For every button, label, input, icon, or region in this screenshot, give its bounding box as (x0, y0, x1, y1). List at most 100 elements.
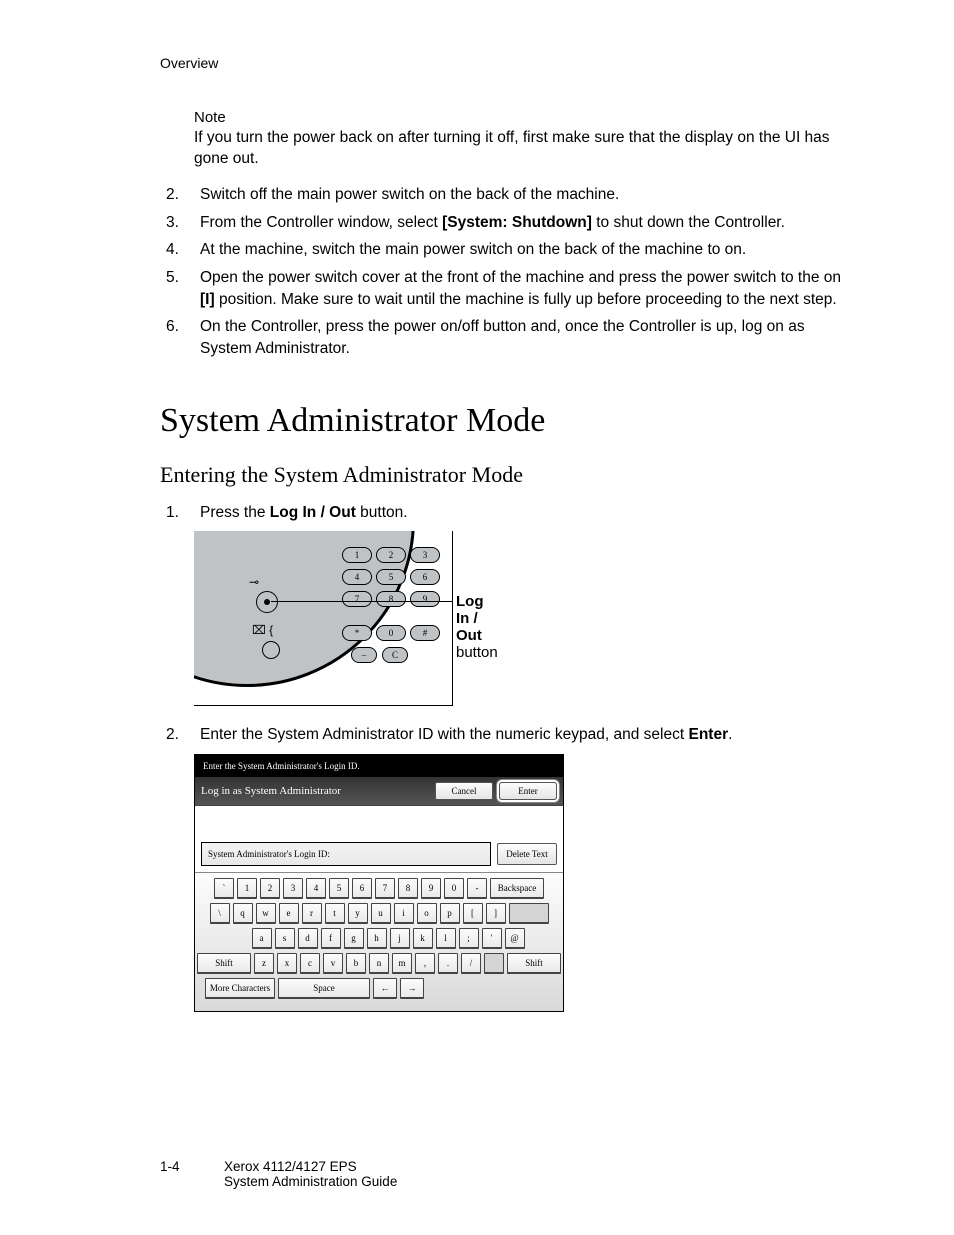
kbd-key[interactable]: j (390, 928, 410, 949)
cancel-button[interactable]: Cancel (435, 782, 493, 800)
kbd-key[interactable]: Backspace (490, 878, 544, 899)
kbd-key[interactable]: k (413, 928, 433, 949)
figure-control-panel: 1 2 3 4 5 6 7 8 9 * 0 # – C ⊸ ⌧ { (194, 531, 854, 706)
kbd-key[interactable]: 4 (306, 878, 326, 899)
enter-button[interactable]: Enter (499, 782, 557, 800)
kbd-key[interactable]: d (298, 928, 318, 949)
kbd-key[interactable]: , (415, 953, 435, 974)
kbd-key[interactable]: Shift (197, 953, 251, 974)
kbd-row-3: asdfghjkl;'@ (201, 928, 557, 949)
kbd-key[interactable]: Space (278, 978, 370, 999)
kbd-key[interactable]: m (392, 953, 412, 974)
kbd-key[interactable]: 7 (375, 878, 395, 899)
keypad-9: 9 (410, 591, 440, 607)
kbd-key[interactable]: y (348, 903, 368, 924)
kbd-key[interactable]: @ (505, 928, 525, 949)
kbd-key[interactable]: e (279, 903, 299, 924)
page-header: Overview (160, 55, 854, 71)
kbd-key[interactable]: p (440, 903, 460, 924)
step-list-b2: 2. Enter the System Administrator ID wit… (160, 724, 854, 746)
kbd-key[interactable]: 9 (421, 878, 441, 899)
kbd-key[interactable]: r (302, 903, 322, 924)
kbd-key[interactable]: b (346, 953, 366, 974)
kbd-key[interactable]: g (344, 928, 364, 949)
kbd-key[interactable]: i (394, 903, 414, 924)
step-text: Press the Log In / Out button. (200, 502, 854, 524)
kbd-key[interactable]: ; (459, 928, 479, 949)
step-num: 3. (160, 212, 200, 234)
kbd-key[interactable]: z (254, 953, 274, 974)
kbd-key[interactable]: \ (210, 903, 230, 924)
callout-label: Log In / Outbutton (456, 593, 498, 661)
kbd-key[interactable]: o (417, 903, 437, 924)
kbd-key[interactable]: ] (486, 903, 506, 924)
kbd-key (509, 903, 549, 924)
kbd-key[interactable]: 1 (237, 878, 257, 899)
kbd-key[interactable]: / (461, 953, 481, 974)
kbd-key[interactable]: s (275, 928, 295, 949)
callout-leader (271, 601, 453, 602)
kbd-key[interactable]: ← (373, 978, 397, 999)
login-id-field[interactable]: System Administrator's Login ID: (201, 842, 491, 866)
kbd-key[interactable]: q (233, 903, 253, 924)
step-text: Enter the System Administrator ID with t… (200, 724, 854, 746)
step-text: Switch off the main power switch on the … (200, 184, 854, 206)
note-text: If you turn the power back on after turn… (194, 128, 854, 170)
kbd-row-5: More CharactersSpace←→ (201, 978, 557, 999)
kbd-key[interactable]: n (369, 953, 389, 974)
page-footer: 1-4 Xerox 4112/4127 EPS System Administr… (160, 1159, 397, 1189)
keypad-0: 0 (376, 625, 406, 641)
login-title: Log in as System Administrator (201, 785, 341, 797)
keypad-7: 7 (342, 591, 372, 607)
keypad-4: 4 (342, 569, 372, 585)
kbd-key[interactable]: ' (482, 928, 502, 949)
section-title: System Administrator Mode (160, 402, 854, 440)
kbd-key[interactable]: a (252, 928, 272, 949)
delete-text-button[interactable]: Delete Text (497, 843, 557, 865)
step-list-a: 2. Switch off the main power switch on t… (160, 184, 854, 360)
footer-line2: System Administration Guide (224, 1174, 397, 1189)
figure-login-screen: Enter t h e System Administrator's Login I… (194, 754, 854, 1012)
kbd-key[interactable]: More Characters (205, 978, 275, 999)
page-number: 1-4 (160, 1159, 190, 1189)
kbd-key[interactable]: c (300, 953, 320, 974)
kbd-key[interactable]: x (277, 953, 297, 974)
kbd-key[interactable]: h (367, 928, 387, 949)
kbd-key[interactable]: 5 (329, 878, 349, 899)
kbd-key[interactable]: t (325, 903, 345, 924)
keypad-6: 6 (410, 569, 440, 585)
kbd-key[interactable]: l (436, 928, 456, 949)
step-num: 6. (160, 316, 200, 359)
kbd-key[interactable]: [ (463, 903, 483, 924)
kbd-key[interactable]: 2 (260, 878, 280, 899)
kbd-key[interactable]: - (467, 878, 487, 899)
kbd-key[interactable]: 8 (398, 878, 418, 899)
step-num: 1. (160, 502, 200, 524)
lang-icon: ⌧ { (252, 623, 273, 637)
keypad-dash: – (351, 647, 377, 663)
kbd-key[interactable]: w (256, 903, 276, 924)
kbd-key[interactable]: 0 (444, 878, 464, 899)
kbd-key (484, 953, 504, 974)
step-text: From the Controller window, select [Syst… (200, 212, 854, 234)
kbd-key[interactable]: 3 (283, 878, 303, 899)
step-text: Open the power switch cover at the front… (200, 267, 854, 310)
step-num: 2. (160, 184, 200, 206)
keypad-5: 5 (376, 569, 406, 585)
footer-line1: Xerox 4112/4127 EPS (224, 1159, 357, 1174)
kbd-key[interactable]: Shift (507, 953, 561, 974)
keypad-3: 3 (410, 547, 440, 563)
kbd-row-2: \qwertyuiop[] (201, 903, 557, 924)
step-num: 4. (160, 239, 200, 261)
kbd-key[interactable]: → (400, 978, 424, 999)
keypad-c: C (382, 647, 408, 663)
step-text: At the machine, switch the main power sw… (200, 239, 854, 261)
kbd-key[interactable]: . (438, 953, 458, 974)
keypad-hash: # (410, 625, 440, 641)
kbd-key[interactable]: v (323, 953, 343, 974)
kbd-key[interactable]: u (371, 903, 391, 924)
kbd-key[interactable]: 6 (352, 878, 372, 899)
kbd-key[interactable]: f (321, 928, 341, 949)
login-instruction: Enter the System Administrator's Login I… (195, 755, 563, 777)
kbd-key[interactable]: ` (214, 878, 234, 899)
